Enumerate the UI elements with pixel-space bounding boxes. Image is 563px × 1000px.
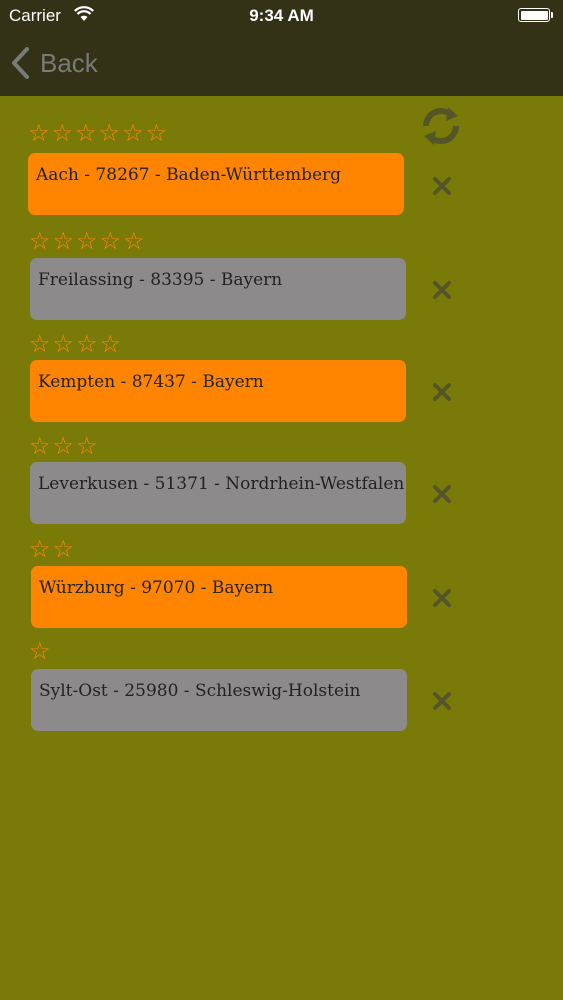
favorite-location-card[interactable]: Würzburg - 97070 - Bayern [31, 566, 407, 628]
clock: 9:34 AM [249, 6, 314, 25]
status-bar: Carrier 9:34 AM [0, 0, 563, 32]
close-icon[interactable] [431, 381, 453, 403]
rating-stars: ☆☆☆☆ [29, 331, 124, 358]
close-icon[interactable] [431, 587, 453, 609]
favorite-location-card[interactable]: Freilassing - 83395 - Bayern [30, 258, 406, 320]
favorite-location-card[interactable]: Aach - 78267 - Baden-Württemberg [28, 153, 404, 215]
top-bar: Carrier 9:34 AM Back [0, 0, 563, 96]
rating-stars: ☆☆☆☆☆☆ [28, 120, 170, 147]
chevron-left-icon [12, 47, 29, 79]
rating-stars: ☆☆☆ [29, 433, 100, 460]
close-icon[interactable] [431, 690, 453, 712]
back-label: Back [40, 48, 98, 78]
close-icon[interactable] [431, 279, 453, 301]
favorite-location-card[interactable]: Leverkusen - 51371 - Nordrhein-Westfalen [30, 462, 406, 524]
battery-nub [551, 12, 553, 18]
close-icon[interactable] [431, 483, 453, 505]
rating-stars: ☆☆ [29, 536, 77, 563]
rating-stars: ☆ [29, 638, 53, 665]
battery-icon [518, 8, 550, 22]
favorite-location-card[interactable]: Sylt-Ost - 25980 - Schleswig-Holstein [31, 669, 407, 731]
refresh-icon[interactable] [420, 106, 462, 146]
close-icon[interactable] [431, 175, 453, 197]
rating-stars: ☆☆☆☆☆ [29, 228, 147, 255]
favorite-location-card[interactable]: Kempten - 87437 - Bayern [30, 360, 406, 422]
